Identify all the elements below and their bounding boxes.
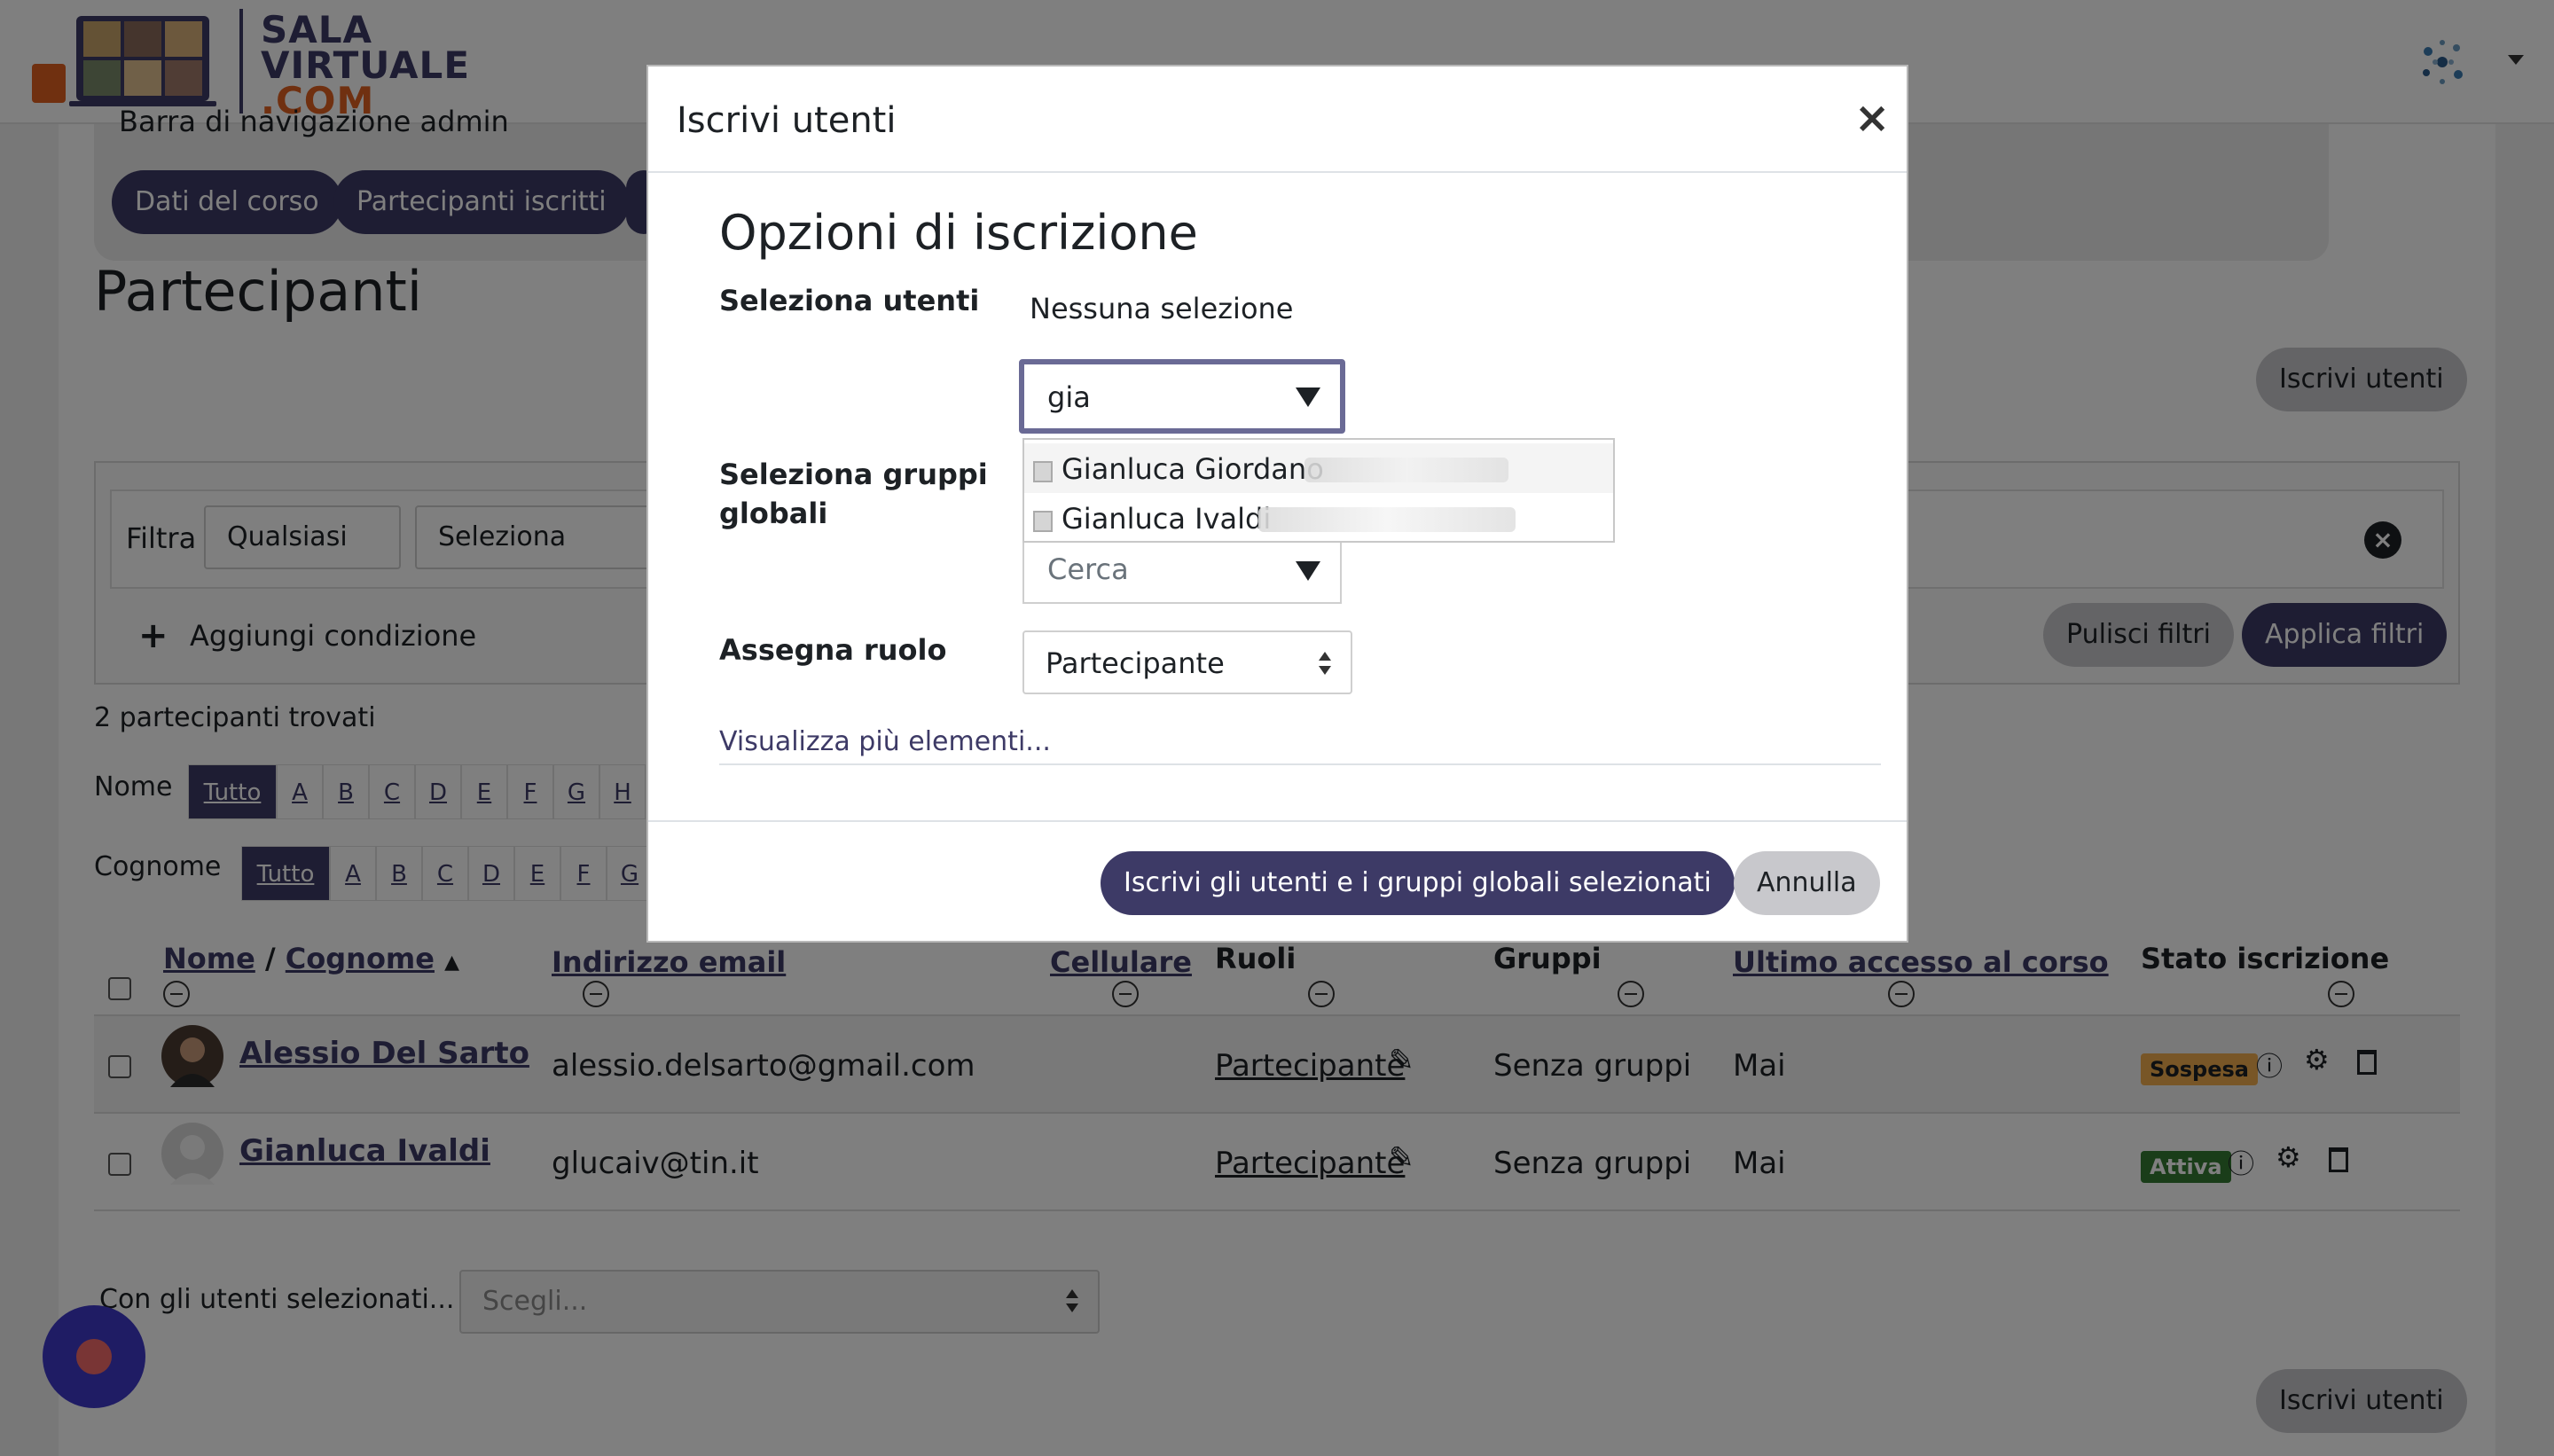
select-users-label: Seleziona utenti <box>719 284 980 317</box>
user-search-value: gia <box>1047 380 1091 414</box>
dropdown-arrow-icon[interactable] <box>1296 561 1320 581</box>
cancel-button[interactable]: Annulla <box>1734 851 1880 915</box>
modal-title: Iscrivi utenti <box>677 100 897 141</box>
user-icon <box>1033 461 1053 482</box>
user-search-input[interactable]: gia <box>1019 359 1345 434</box>
dropdown-arrow-icon[interactable] <box>1296 387 1320 407</box>
select-arrows-icon <box>1319 652 1331 677</box>
assign-role-label: Assegna ruolo <box>719 633 947 667</box>
divider <box>719 763 1881 765</box>
role-select[interactable]: Partecipante <box>1022 630 1352 694</box>
user-icon <box>1033 511 1053 532</box>
redacted-email <box>1304 458 1508 482</box>
user-suggestions-list: Gianluca Giordano Gianluca Ivaldi <box>1022 438 1615 543</box>
modal-footer-divider <box>648 820 1907 822</box>
close-icon[interactable]: × <box>1854 93 1890 143</box>
show-more-link[interactable]: Visualizza più elementi... <box>719 726 1051 757</box>
enrol-selected-submit-button[interactable]: Iscrivi gli utenti e i gruppi globali se… <box>1101 851 1735 915</box>
redacted-email <box>1258 507 1516 532</box>
enrol-users-dialog: Iscrivi utenti × Opzioni di iscrizione S… <box>646 65 1908 943</box>
no-selection-text: Nessuna selezione <box>1030 292 1294 325</box>
global-groups-label: Seleziona gruppi globali <box>719 458 988 530</box>
suggestion-item[interactable]: Gianluca Ivaldi <box>1024 493 1613 543</box>
suggestion-item[interactable]: Gianluca Giordano <box>1024 443 1613 493</box>
enrolment-options-heading: Opzioni di iscrizione <box>719 205 1198 261</box>
global-groups-search[interactable]: Cerca <box>1022 542 1342 604</box>
